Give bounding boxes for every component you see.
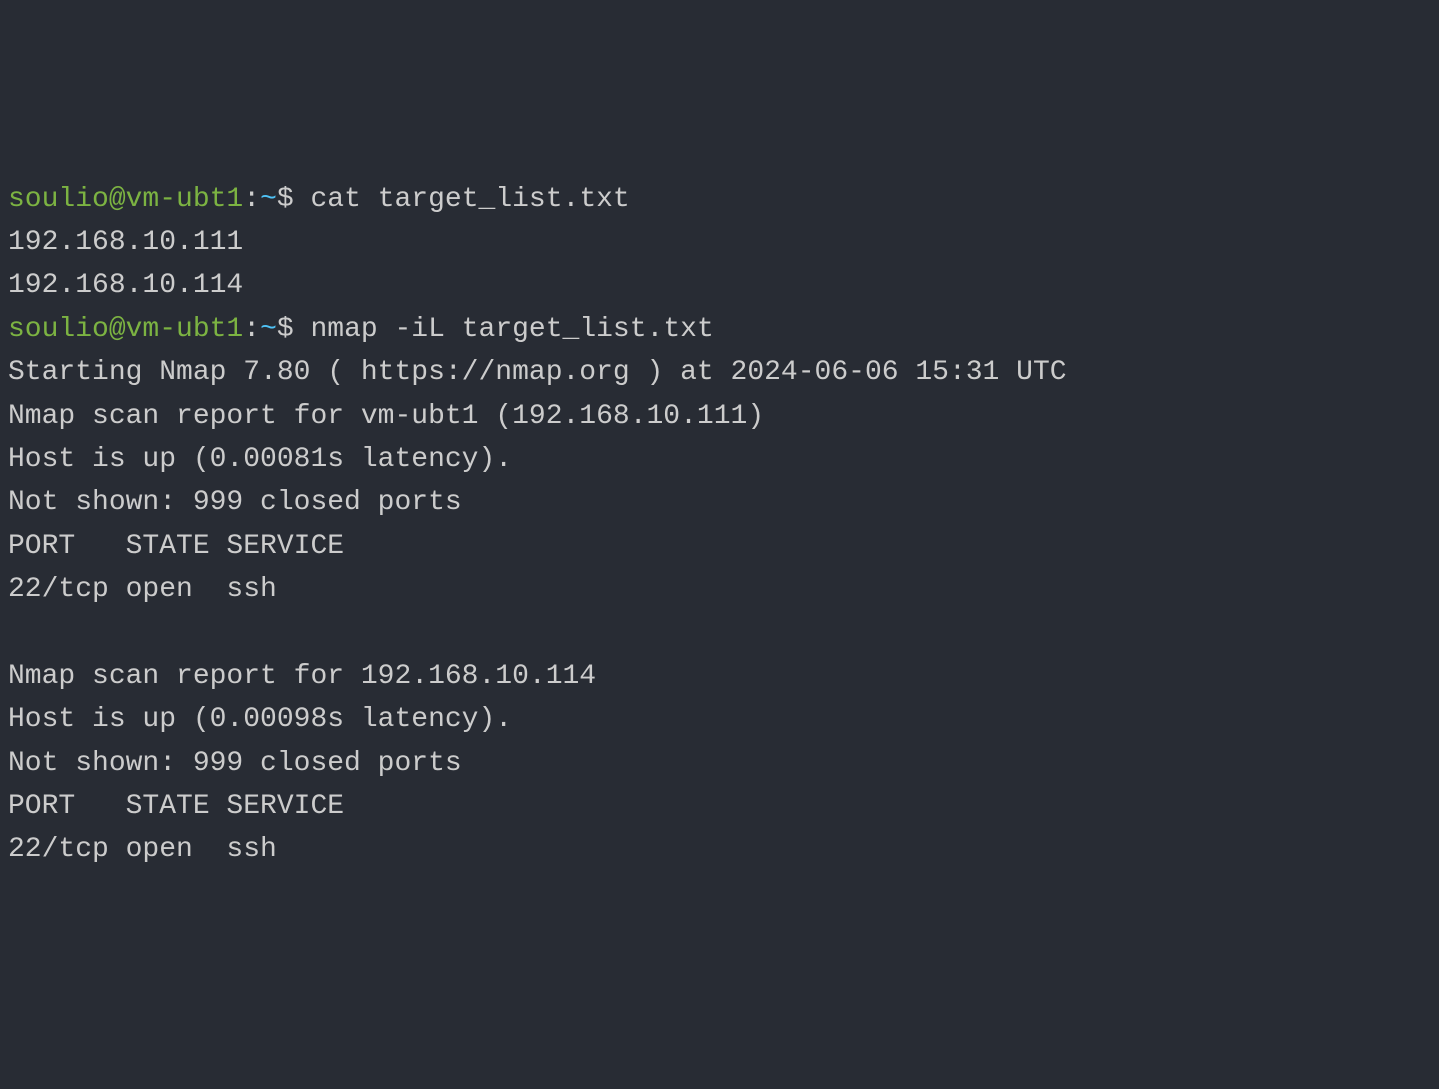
prompt-colon: : (243, 184, 260, 215)
output-text: 192.168.10.114 (8, 270, 243, 301)
output-text: Not shown: 999 closed ports (8, 487, 462, 518)
output-text (8, 617, 25, 648)
prompt-dollar: $ (277, 184, 311, 215)
output-text: Not shown: 999 closed ports (8, 748, 462, 779)
output-text: 22/tcp open ssh (8, 834, 277, 865)
prompt-path: ~ (260, 314, 277, 345)
output-text: Nmap scan report for 192.168.10.114 (8, 661, 596, 692)
output-text: Host is up (0.00098s latency). (8, 704, 512, 735)
terminal-line: Nmap scan report for 192.168.10.114 (8, 655, 1431, 698)
output-text: PORT STATE SERVICE (8, 531, 344, 562)
terminal-line: 22/tcp open ssh (8, 568, 1431, 611)
terminal-line: Not shown: 999 closed ports (8, 742, 1431, 785)
terminal-line: soulio@vm-ubt1:~$ cat target_list.txt (8, 178, 1431, 221)
terminal-line: 22/tcp open ssh (8, 828, 1431, 871)
output-text: Starting Nmap 7.80 ( https://nmap.org ) … (8, 357, 1067, 388)
prompt-user-host: soulio@vm-ubt1 (8, 314, 243, 345)
terminal-line (8, 611, 1431, 654)
terminal-window[interactable]: soulio@vm-ubt1:~$ cat target_list.txt192… (8, 178, 1431, 872)
terminal-line: PORT STATE SERVICE (8, 785, 1431, 828)
terminal-line: Nmap scan report for vm-ubt1 (192.168.10… (8, 395, 1431, 438)
command-text: cat target_list.txt (310, 184, 629, 215)
output-text: Host is up (0.00081s latency). (8, 444, 512, 475)
terminal-line: Host is up (0.00098s latency). (8, 698, 1431, 741)
terminal-line: 192.168.10.114 (8, 264, 1431, 307)
prompt-user-host: soulio@vm-ubt1 (8, 184, 243, 215)
terminal-line: soulio@vm-ubt1:~$ nmap -iL target_list.t… (8, 308, 1431, 351)
terminal-line: Not shown: 999 closed ports (8, 481, 1431, 524)
terminal-line: PORT STATE SERVICE (8, 525, 1431, 568)
command-text: nmap -iL target_list.txt (310, 314, 713, 345)
prompt-dollar: $ (277, 314, 311, 345)
output-text: Nmap scan report for vm-ubt1 (192.168.10… (8, 401, 764, 432)
terminal-line: Host is up (0.00081s latency). (8, 438, 1431, 481)
terminal-line: 192.168.10.111 (8, 221, 1431, 264)
terminal-line: Starting Nmap 7.80 ( https://nmap.org ) … (8, 351, 1431, 394)
prompt-colon: : (243, 314, 260, 345)
output-text: 192.168.10.111 (8, 227, 243, 258)
prompt-path: ~ (260, 184, 277, 215)
output-text: 22/tcp open ssh (8, 574, 277, 605)
output-text: PORT STATE SERVICE (8, 791, 344, 822)
